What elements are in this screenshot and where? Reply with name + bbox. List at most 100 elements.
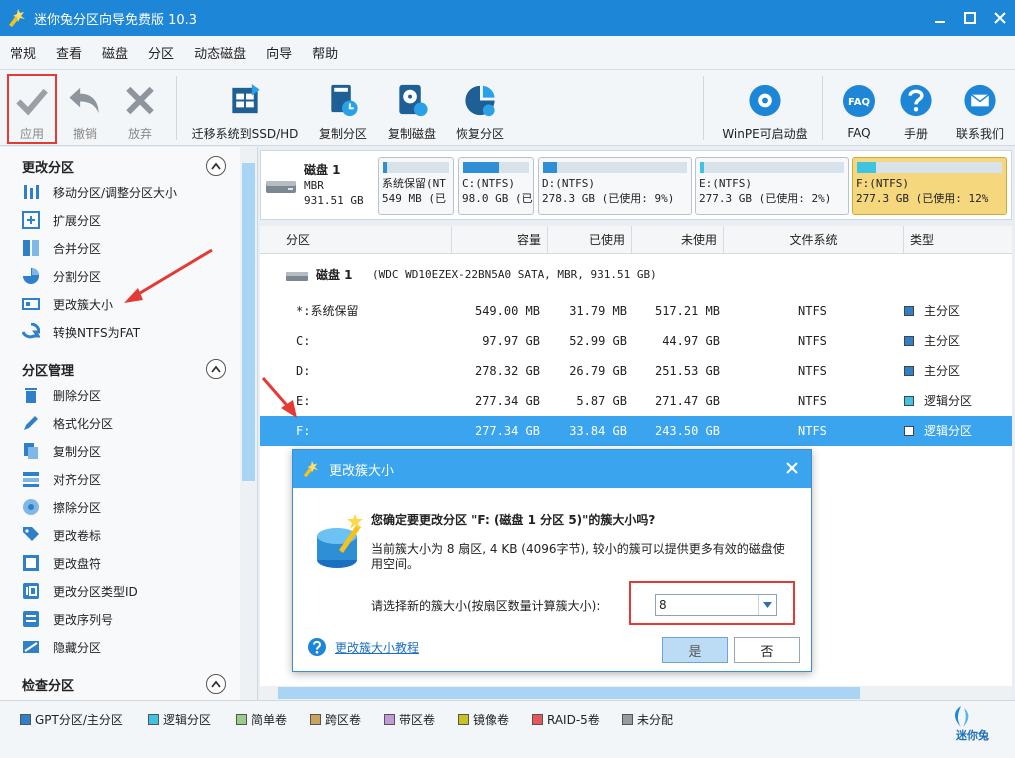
winpe-button[interactable]: WinPE可启动盘 bbox=[718, 74, 812, 142]
col-type[interactable]: 类型 bbox=[904, 226, 1012, 254]
discard-button[interactable]: 放弃 bbox=[117, 74, 163, 142]
type-label: 主分区 bbox=[924, 364, 961, 378]
menu-general[interactable]: 常规 bbox=[0, 43, 46, 62]
legend-swatch bbox=[20, 714, 31, 725]
op-label: 格式化分区 bbox=[53, 416, 114, 431]
col-used[interactable]: 已使用 bbox=[548, 226, 632, 254]
minimize-button[interactable] bbox=[925, 0, 955, 36]
menu-bar: 常规 查看 磁盘 分区 动态磁盘 向导 帮助 bbox=[0, 36, 1015, 70]
hide-icon bbox=[22, 638, 40, 656]
scrollbar-thumb[interactable] bbox=[278, 687, 860, 699]
op-align[interactable]: 对齐分区 bbox=[22, 468, 101, 490]
table-row[interactable]: C: 97.97 GB 52.99 GB 44.97 GB NTFS 主分区 bbox=[260, 326, 1012, 356]
scrollbar-thumb[interactable] bbox=[242, 163, 255, 481]
op-format[interactable]: 格式化分区 bbox=[22, 412, 113, 434]
dialog-close-button[interactable] bbox=[781, 457, 803, 479]
manual-button[interactable]: 手册 bbox=[893, 74, 939, 142]
app-logo-icon bbox=[303, 460, 319, 478]
cell-used: 31.79 MB bbox=[569, 304, 627, 318]
contact-button[interactable]: 联系我们 bbox=[950, 74, 1010, 142]
close-button[interactable] bbox=[985, 0, 1015, 36]
table-row[interactable]: E: 277.34 GB 5.87 GB 271.47 GB NTFS 逻辑分区 bbox=[260, 386, 1012, 416]
menu-disk[interactable]: 磁盘 bbox=[92, 43, 138, 62]
legend-label: 未分配 bbox=[637, 713, 674, 727]
op-split[interactable]: 分割分区 bbox=[22, 265, 101, 287]
menu-dynamic-disk[interactable]: 动态磁盘 bbox=[184, 43, 256, 62]
legend-striped: 带区卷 bbox=[384, 711, 435, 728]
op-label: 更改序列号 bbox=[53, 612, 114, 627]
legend-swatch bbox=[384, 714, 395, 725]
col-free[interactable]: 未使用 bbox=[632, 226, 724, 254]
menu-view[interactable]: 查看 bbox=[46, 43, 92, 62]
chevron-up-icon bbox=[211, 680, 221, 688]
yes-button[interactable]: 是 bbox=[662, 637, 728, 663]
legend-mirrored: 镜像卷 bbox=[458, 711, 509, 728]
col-capacity[interactable]: 容量 bbox=[452, 226, 548, 254]
col-partition[interactable]: 分区 bbox=[260, 226, 452, 254]
op-change-type-id[interactable]: 更改分区类型ID bbox=[22, 580, 138, 602]
left-panel-scrollbar[interactable] bbox=[240, 147, 257, 700]
op-change-drive-letter[interactable]: 更改盘符 bbox=[22, 552, 101, 574]
op-change-cluster-size[interactable]: 更改簇大小 bbox=[22, 293, 113, 315]
table-row[interactable]: D: 278.32 GB 26.79 GB 251.53 GB NTFS 主分区 bbox=[260, 356, 1012, 386]
migrate-os-button[interactable]: 迁移系统到SSD/HD bbox=[190, 74, 300, 142]
select-highlight-box bbox=[629, 581, 795, 625]
cell-name: D: bbox=[296, 364, 311, 378]
op-convert-ntfs-fat[interactable]: 转换NTFS为FAT bbox=[22, 321, 140, 343]
toolbar-separator bbox=[176, 76, 177, 140]
disk-map-partition-system-reserved[interactable]: 系统保留(NT 549 MB (已 bbox=[378, 157, 454, 215]
op-label: 更改分区类型ID bbox=[53, 584, 138, 599]
table-horizontal-scrollbar[interactable] bbox=[260, 686, 1012, 700]
disk-map-partition-f[interactable]: F:(NTFS) 277.3 GB (已使用: 12% bbox=[852, 157, 1007, 215]
op-label: 分割分区 bbox=[53, 269, 102, 284]
menu-partition[interactable]: 分区 bbox=[138, 43, 184, 62]
disk-map-partition-e[interactable]: E:(NTFS) 277.3 GB (已使用: 2%) bbox=[695, 157, 849, 215]
maximize-button[interactable] bbox=[955, 0, 985, 36]
op-label: 合并分区 bbox=[53, 241, 102, 256]
disk-map-partition-d[interactable]: D:(NTFS) 278.3 GB (已使用: 9%) bbox=[538, 157, 692, 215]
recover-partition-button[interactable]: 恢复分区 bbox=[450, 74, 510, 142]
op-label: 删除分区 bbox=[53, 388, 102, 403]
menu-wizard[interactable]: 向导 bbox=[256, 43, 302, 62]
cell-free: 251.53 GB bbox=[654, 364, 720, 378]
menu-help[interactable]: 帮助 bbox=[302, 43, 348, 62]
cell-cap: 277.34 GB bbox=[474, 424, 540, 438]
collapse-partition-management-button[interactable] bbox=[206, 359, 226, 379]
collapse-change-partition-button[interactable] bbox=[206, 156, 226, 176]
hard-disk-icon bbox=[266, 181, 296, 193]
minimize-icon bbox=[935, 21, 945, 23]
op-delete[interactable]: 删除分区 bbox=[22, 384, 101, 406]
table-row[interactable]: *:系统保留 549.00 MB 31.79 MB 517.21 MB NTFS 主分区 bbox=[260, 296, 1012, 326]
op-wipe[interactable]: 擦除分区 bbox=[22, 496, 101, 518]
contact-label: 联系我们 bbox=[955, 127, 1004, 141]
disk-map-partition-c[interactable]: C:(NTFS) 98.0 GB (已 bbox=[458, 157, 534, 215]
op-merge[interactable]: 合并分区 bbox=[22, 237, 101, 259]
op-hide[interactable]: 隐藏分区 bbox=[22, 636, 101, 658]
op-change-serial[interactable]: 更改序列号 bbox=[22, 608, 113, 630]
partition-tile-info: 277.3 GB (已使用: 12% bbox=[856, 192, 989, 205]
disk-row[interactable]: 磁盘 1 (WDC WD10EZEX-22BN5A0 SATA, MBR, 93… bbox=[260, 260, 1012, 290]
op-label: 更改簇大小 bbox=[53, 297, 114, 312]
undo-button[interactable]: 撤销 bbox=[62, 74, 108, 142]
op-label: 更改卷标 bbox=[53, 528, 102, 543]
cluster-size-tutorial-link[interactable]: 更改簇大小教程 bbox=[335, 639, 419, 656]
op-label: 擦除分区 bbox=[53, 500, 102, 515]
table-row[interactable]: F: 277.34 GB 33.84 GB 243.50 GB NTFS 逻辑分区 bbox=[260, 416, 1012, 446]
faq-button[interactable]: FAQ FAQ bbox=[836, 74, 882, 142]
help-link-row[interactable]: 更改簇大小教程 bbox=[307, 637, 419, 657]
op-extend[interactable]: 扩展分区 bbox=[22, 209, 101, 231]
no-button[interactable]: 否 bbox=[734, 637, 800, 663]
dialog-question: 您确定要更改分区 "F: (磁盘 1 分区 5)"的簇大小吗? bbox=[371, 513, 656, 527]
op-change-label[interactable]: 更改卷标 bbox=[22, 524, 101, 546]
type-label: 逻辑分区 bbox=[924, 424, 973, 438]
op-copy[interactable]: 复制分区 bbox=[22, 440, 101, 462]
cell-cap: 278.32 GB bbox=[474, 364, 540, 378]
disk-wizard-icon bbox=[317, 514, 363, 568]
copy-partition-button[interactable]: 复制分区 bbox=[313, 74, 373, 142]
copy-partition-icon bbox=[331, 84, 358, 117]
disk-1-tile[interactable]: 磁盘 1 MBR 931.51 GB bbox=[262, 155, 374, 215]
collapse-check-partition-button[interactable] bbox=[206, 674, 226, 694]
copy-disk-button[interactable]: 复制磁盘 bbox=[382, 74, 442, 142]
col-filesystem[interactable]: 文件系统 bbox=[724, 226, 904, 254]
op-move-resize[interactable]: 移动分区/调整分区大小 bbox=[22, 181, 177, 203]
